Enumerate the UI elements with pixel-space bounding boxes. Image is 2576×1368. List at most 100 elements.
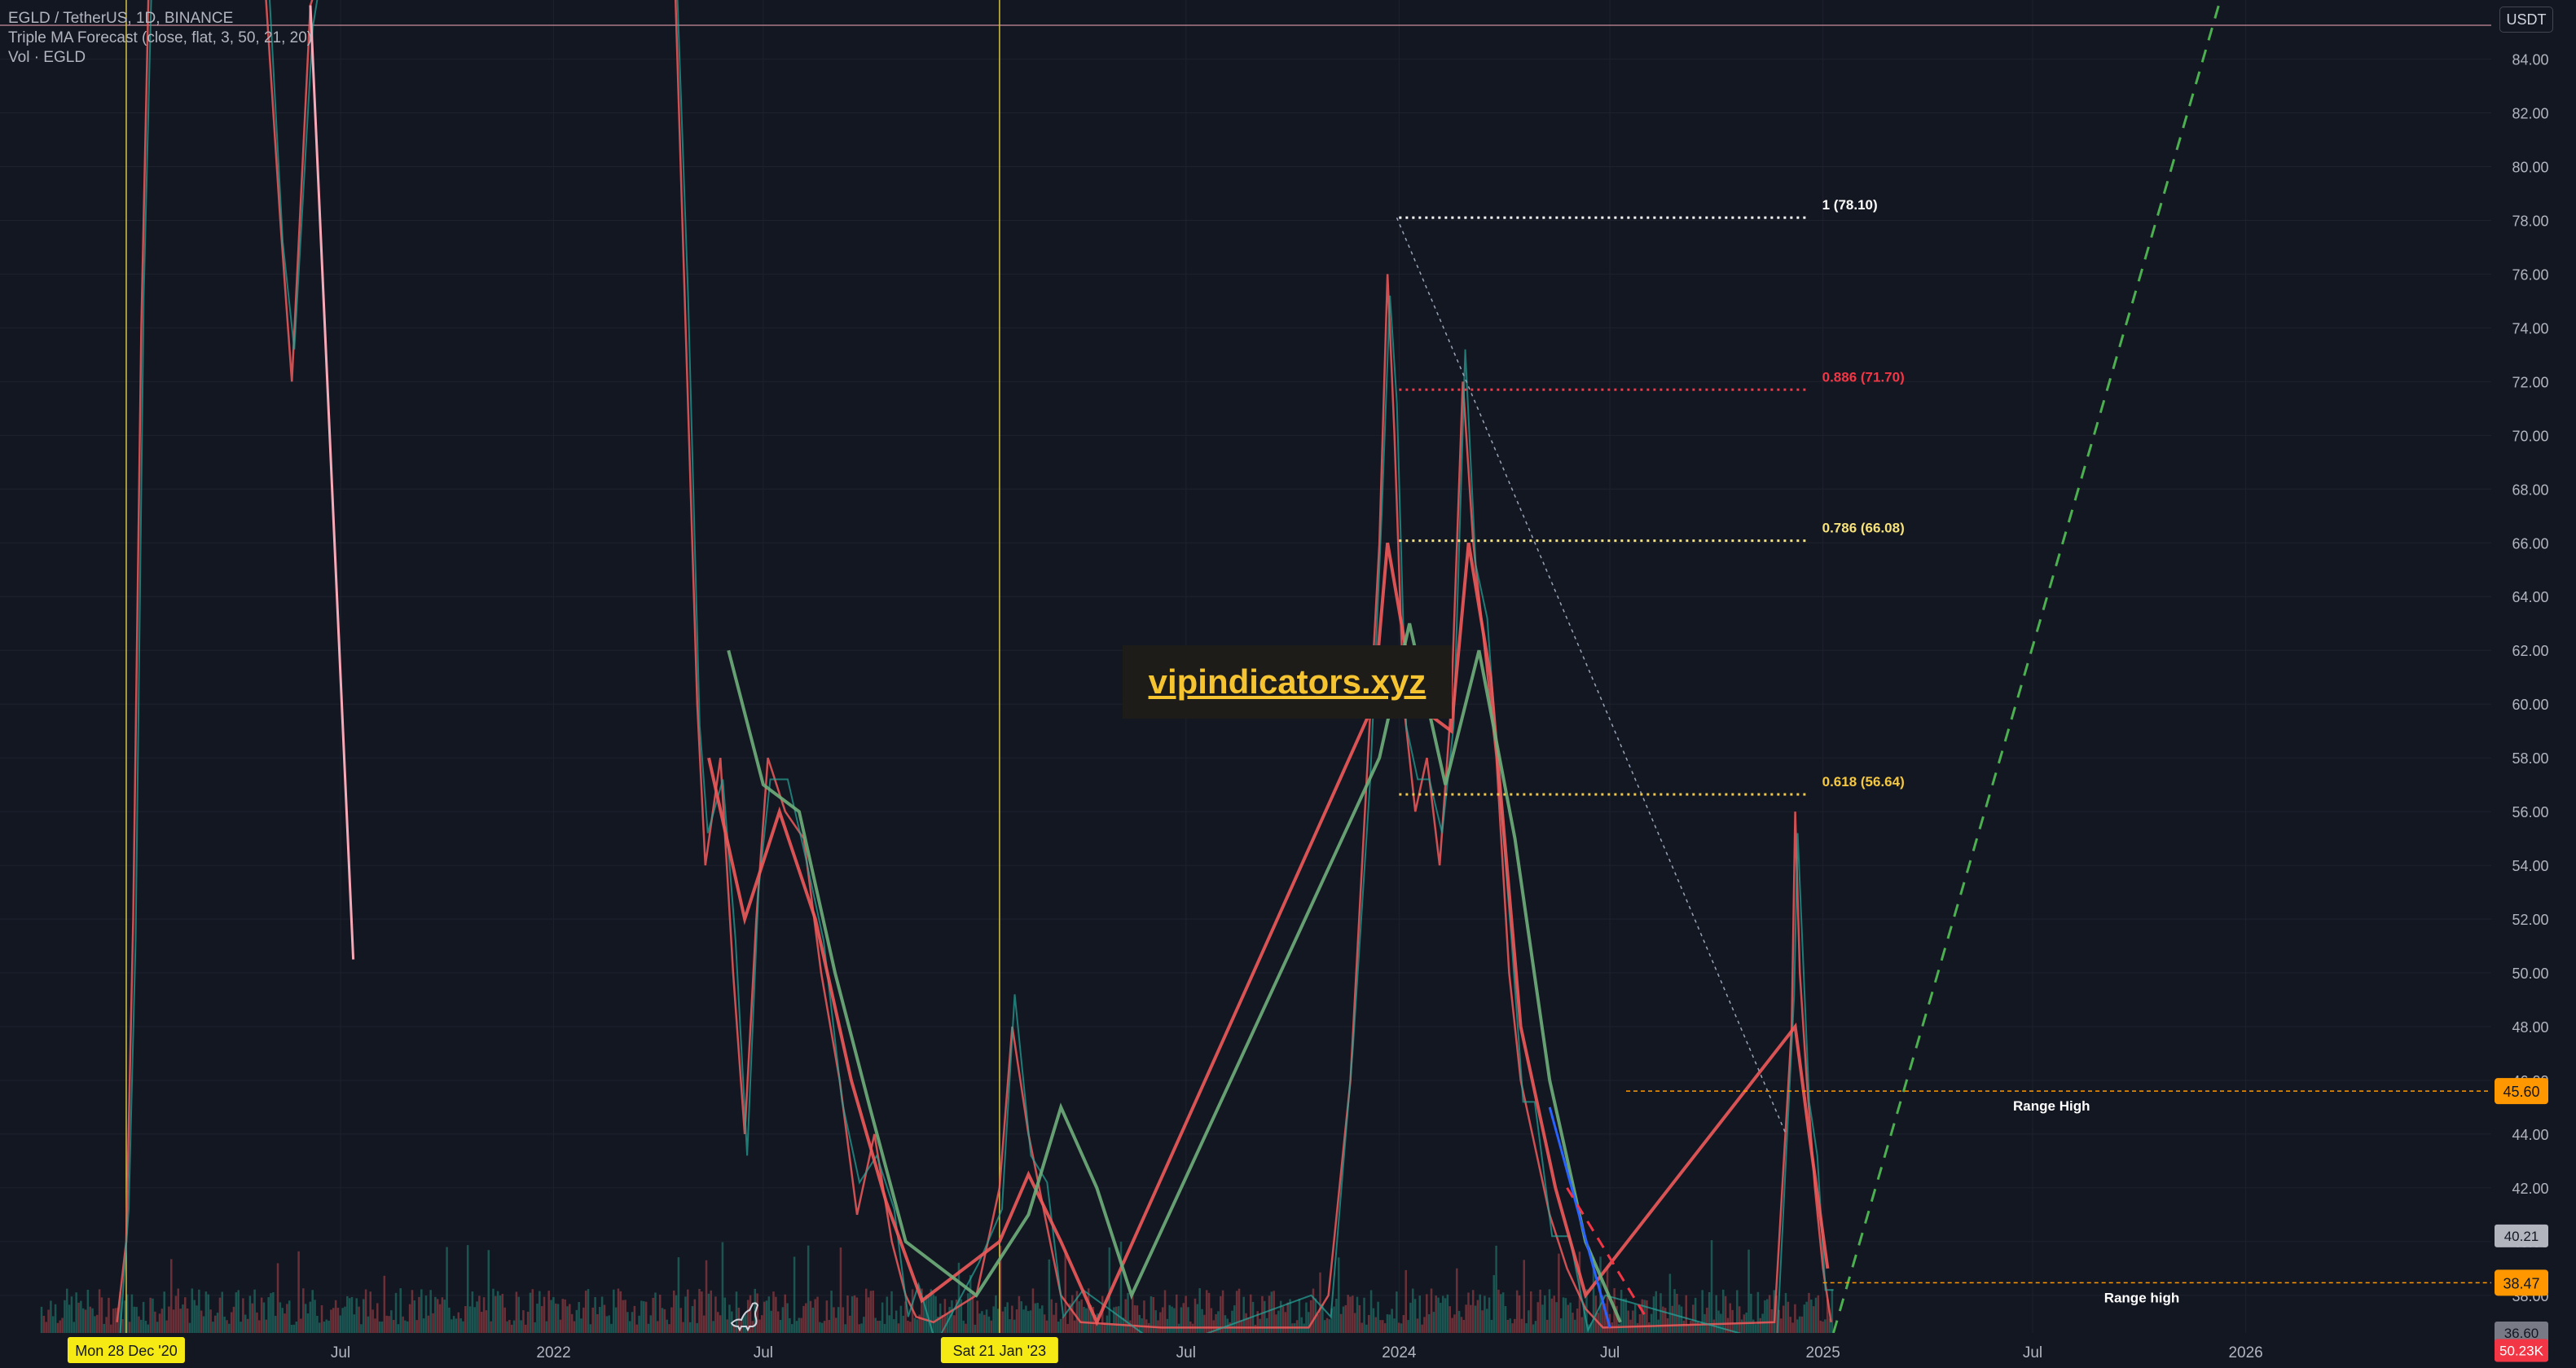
volume-bar xyxy=(570,1313,574,1333)
volume-bar xyxy=(1416,1318,1419,1333)
volume-bar xyxy=(1161,1307,1164,1333)
volume-bar xyxy=(355,1298,358,1333)
volume-bar xyxy=(1532,1324,1535,1333)
volume-bar xyxy=(698,1288,701,1333)
volume-bar xyxy=(776,1311,780,1333)
volume-bar xyxy=(323,1321,326,1333)
volume-bar xyxy=(684,1296,687,1333)
volume-bar xyxy=(279,1302,282,1333)
volume-bar xyxy=(515,1291,518,1333)
price-axis[interactable]: 84.00 82.00 80.00 78.00 76.00 74.00 72.00 70.00… xyxy=(2491,0,2576,1368)
price-tick-label: 42.00 xyxy=(2512,1181,2548,1197)
price-tick-label: 80.00 xyxy=(2512,160,2548,176)
volume-bar xyxy=(364,1289,367,1333)
watermark-banner[interactable]: vipindicators.xyz xyxy=(1123,645,1452,719)
volume-bar xyxy=(230,1312,233,1333)
dinosaur-icon[interactable] xyxy=(728,1299,763,1331)
volume-bar xyxy=(503,1307,506,1333)
volume-bar xyxy=(1474,1305,1477,1333)
volume-bar xyxy=(793,1256,796,1333)
volume-bar xyxy=(1015,1309,1018,1333)
volume-bar xyxy=(990,1320,993,1333)
volume-bar xyxy=(221,1291,224,1333)
volume-bar xyxy=(336,1308,340,1333)
volume-bar xyxy=(1031,1288,1035,1333)
volume-bar xyxy=(284,1313,286,1333)
volume-bar xyxy=(800,1317,802,1333)
volume-bar xyxy=(666,1319,668,1333)
volume-bar xyxy=(281,1308,284,1333)
volume-bar xyxy=(1432,1312,1435,1333)
fib-levels: 1 (78.10) 0.886 (71.70) 0.786 (66.08) 0.618… xyxy=(1399,197,1905,796)
volume-bar xyxy=(1671,1305,1673,1333)
volume-bar xyxy=(1159,1312,1162,1333)
volume-bar xyxy=(418,1296,420,1333)
volume-bar xyxy=(1738,1306,1741,1333)
volume-bar xyxy=(1641,1299,1643,1333)
volume-bar xyxy=(1759,1317,1762,1333)
volume-bar xyxy=(51,1316,55,1333)
volume-bar xyxy=(1555,1302,1558,1333)
volume-bar xyxy=(1460,1317,1463,1333)
volume-bar xyxy=(434,1296,437,1333)
volume-bar xyxy=(318,1322,321,1333)
time-axis[interactable]: Jul 2022 Jul Jul 2024 Jul 2025 Jul 2026 Mon 28 De… xyxy=(0,1333,2491,1368)
volume-bar xyxy=(191,1288,194,1333)
volume-bar xyxy=(1515,1290,1519,1333)
volume-bar xyxy=(1171,1306,1173,1333)
volume-bar xyxy=(837,1307,840,1333)
volume-bar xyxy=(1013,1319,1016,1333)
volume-bar xyxy=(240,1322,242,1333)
volume-bar xyxy=(272,1292,275,1333)
volume-bar xyxy=(1632,1310,1634,1333)
watermark-link[interactable]: vipindicators.xyz xyxy=(1149,662,1426,702)
volume-bar xyxy=(512,1320,516,1333)
price-tick-label: 52.00 xyxy=(2512,912,2548,928)
volume-bar xyxy=(675,1295,678,1333)
volume-bar xyxy=(1308,1312,1310,1333)
volume-bar xyxy=(108,1297,110,1333)
volume-bar xyxy=(1404,1269,1407,1333)
volume-bar xyxy=(934,1295,937,1333)
volume-bar xyxy=(1409,1302,1412,1333)
volume-bar xyxy=(1509,1318,1511,1333)
volume-bar xyxy=(1050,1299,1053,1333)
volume-bar xyxy=(1344,1304,1347,1333)
volume-bar xyxy=(1539,1289,1541,1333)
volume-bar xyxy=(42,1316,46,1333)
volume-bar xyxy=(1435,1295,1437,1333)
volume-bar xyxy=(1694,1297,1697,1333)
volume-bar xyxy=(1485,1309,1488,1333)
volume-bar xyxy=(394,1292,398,1333)
volume-bar xyxy=(1335,1299,1338,1333)
indicator-legend[interactable]: Triple MA Forecast (close, flat, 3, 50, … xyxy=(8,29,312,48)
volume-bar xyxy=(1668,1273,1672,1333)
currency-button[interactable]: USDT xyxy=(2499,7,2553,33)
volume-bar xyxy=(591,1307,594,1333)
volume-bar xyxy=(399,1288,402,1333)
volume-bar xyxy=(68,1304,71,1333)
volume-bar xyxy=(346,1295,349,1333)
volume-bar xyxy=(1798,1316,1801,1333)
volume-bar xyxy=(297,1251,300,1333)
volume-bar xyxy=(1680,1306,1683,1333)
volume-bar xyxy=(427,1315,430,1333)
volume-bar xyxy=(61,1317,64,1333)
volume-bar xyxy=(772,1291,775,1333)
volume-bar xyxy=(202,1316,205,1333)
volume-legend[interactable]: Vol · EGLD xyxy=(8,48,86,68)
volume-bar xyxy=(98,1289,101,1333)
volume-bar xyxy=(1045,1320,1048,1333)
volume-bar xyxy=(327,1320,330,1333)
volume-bar xyxy=(1124,1299,1127,1333)
volume-bar xyxy=(371,1309,374,1333)
volume-bar xyxy=(1295,1320,1299,1333)
volume-bar xyxy=(1574,1319,1576,1333)
time-tick-label: 2022 xyxy=(536,1344,570,1361)
volume-bar xyxy=(693,1299,697,1333)
symbol-legend[interactable]: EGLD / TetherUS, 1D, BINANCE xyxy=(8,9,233,29)
volume-bar xyxy=(383,1275,386,1333)
volume-bar xyxy=(795,1321,798,1333)
volume-bar xyxy=(844,1324,846,1333)
volume-bar xyxy=(569,1304,571,1333)
